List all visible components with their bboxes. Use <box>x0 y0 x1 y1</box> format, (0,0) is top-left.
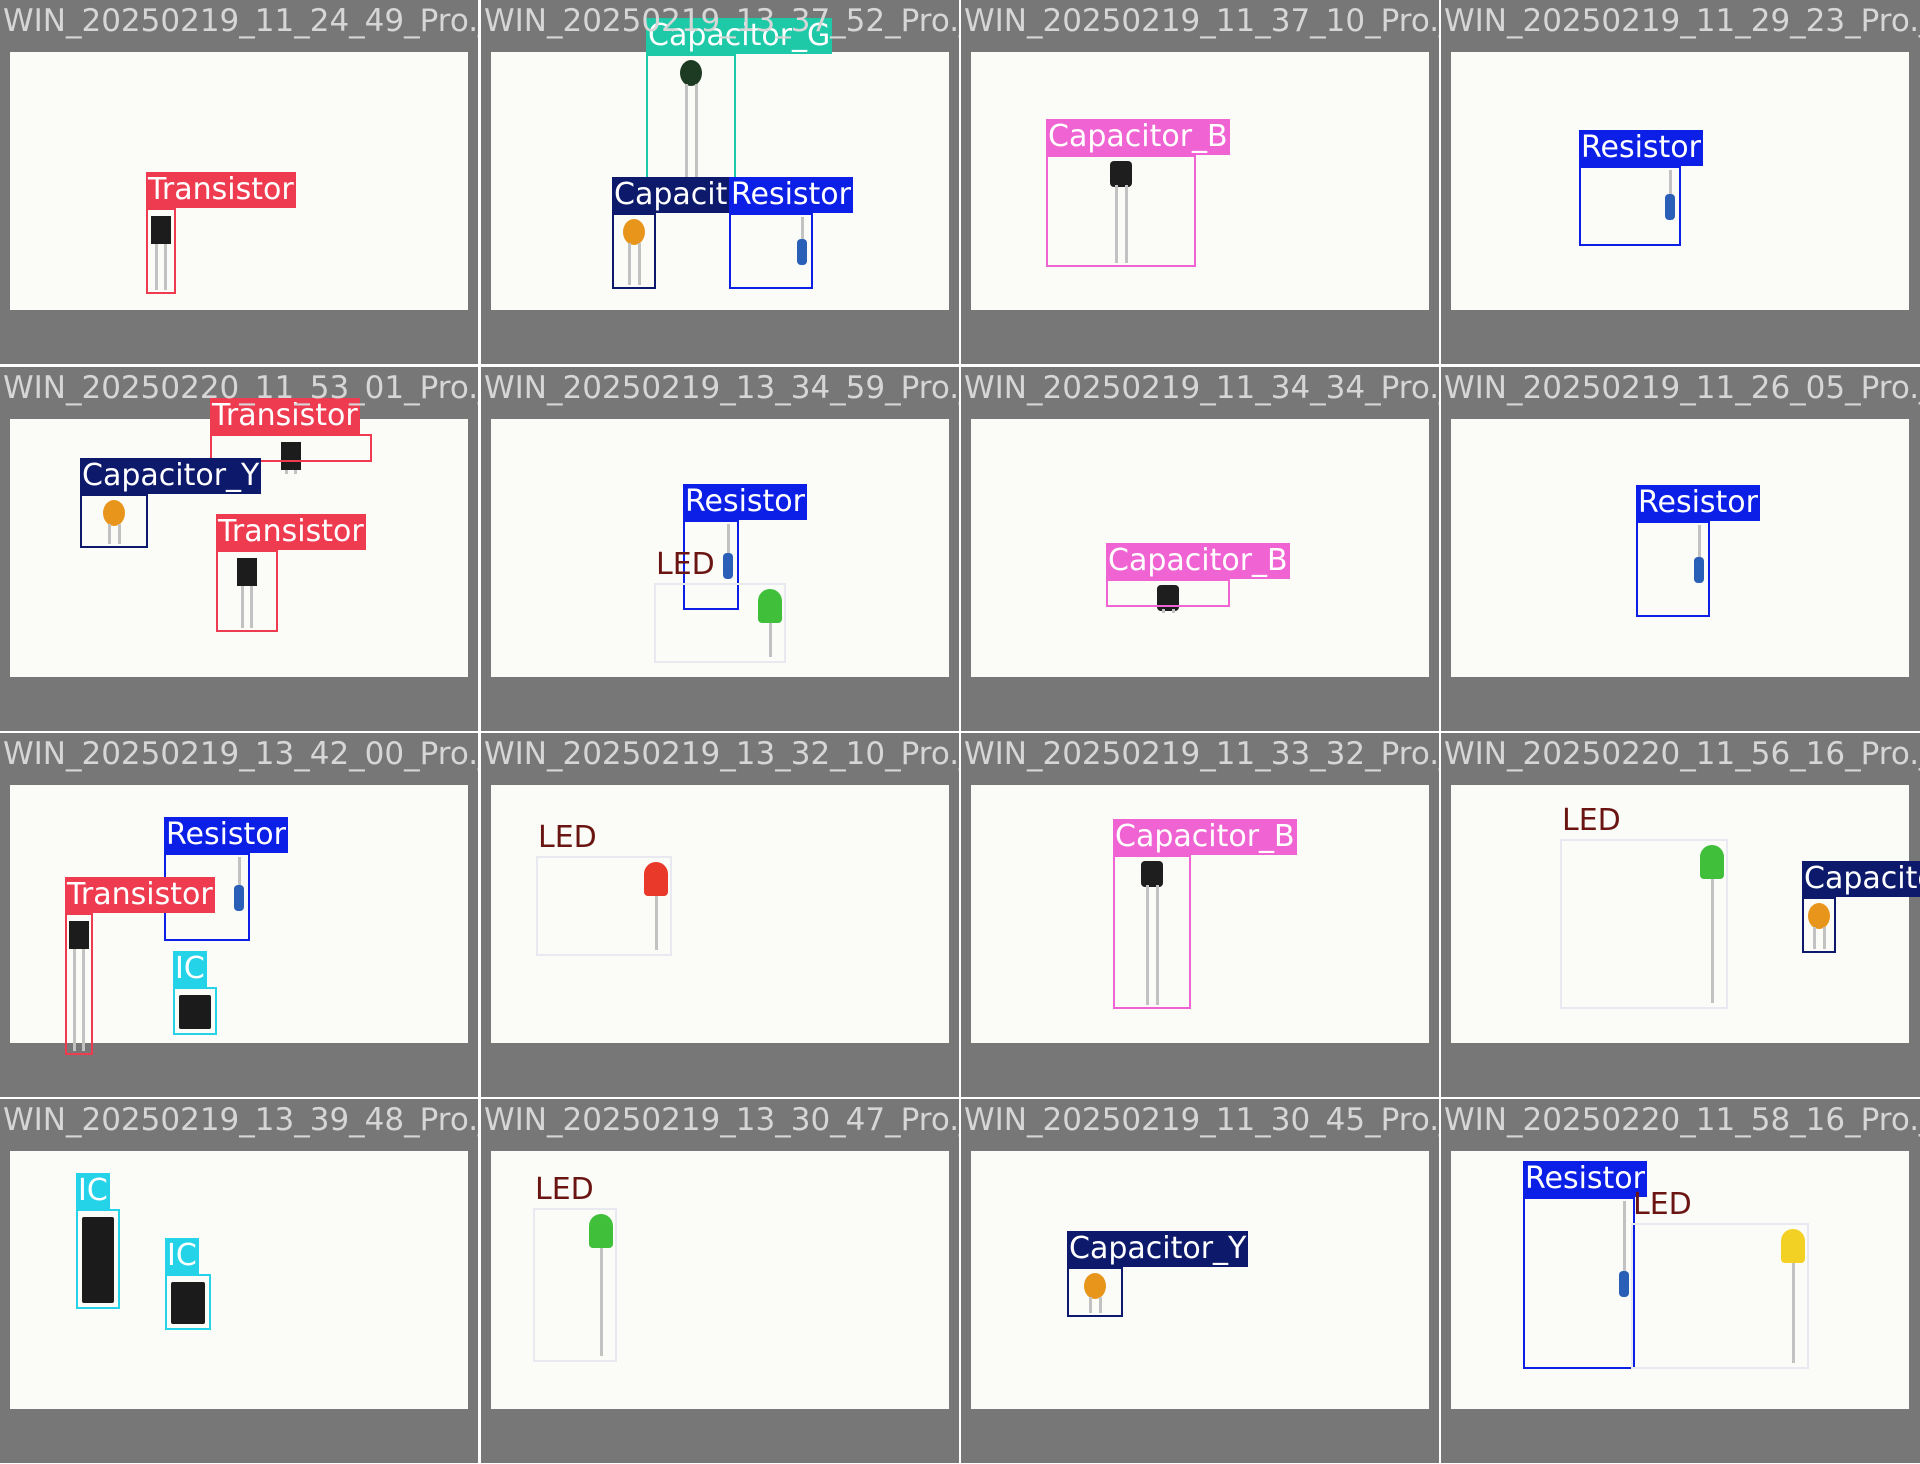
image-tile[interactable]: WIN_20250219_13_37_52_Pro.jpg Capacitor_… <box>481 0 959 364</box>
tile-filename: WIN_20250219_13_42_00_Pro.jpg <box>3 736 478 772</box>
image-tile[interactable]: WIN_20250220_11_58_16_Pro.jpg Resistor L… <box>1441 1099 1920 1463</box>
bounding-box <box>216 550 278 632</box>
class-label: LED <box>1562 803 1621 838</box>
tile-filename: WIN_20250219_13_39_48_Pro.jpg <box>3 1102 478 1138</box>
bounding-box <box>76 1209 120 1309</box>
tile-filename: WIN_20250219_13_34_59_Pro.jpg <box>484 370 959 406</box>
bounding-box <box>1067 1267 1123 1317</box>
class-label: Transistor <box>65 877 215 913</box>
bounding-box <box>1523 1197 1635 1369</box>
tile-filename: WIN_20250219_11_37_10_Pro.jpg <box>964 3 1439 39</box>
class-label: LED <box>535 1172 594 1207</box>
bounding-box <box>1046 155 1196 267</box>
class-label: Resistor <box>1636 485 1760 521</box>
image-tile[interactable]: WIN_20250219_13_30_47_Pro.jpg LED <box>481 1099 959 1463</box>
tile-filename: WIN_20250220_11_56_16_Pro.jpg <box>1444 736 1920 772</box>
image-tile[interactable]: WIN_20250220_11_53_01_Pro.jpg Transistor… <box>0 367 478 731</box>
bounding-box <box>1106 579 1230 607</box>
class-label: Capacitor_Y <box>80 458 262 494</box>
image-tile[interactable]: WIN_20250220_11_56_16_Pro.jpg LED Capaci… <box>1441 733 1920 1097</box>
image-tile[interactable]: WIN_20250219_11_29_23_Pro.jpg Resistor <box>1441 0 1920 364</box>
bounding-box <box>729 213 813 289</box>
class-label: Capacitor_B <box>1106 543 1290 579</box>
bounding-box <box>1113 855 1191 1009</box>
bounding-box <box>1802 897 1836 953</box>
class-label: Capacitor_Y <box>1067 1231 1249 1267</box>
tile-filename: WIN_20250219_11_29_23_Pro.jpg <box>1444 3 1920 39</box>
tile-filename: WIN_20250220_11_53_01_Pro.jpg <box>3 370 478 406</box>
image-tile[interactable]: WIN_20250219_11_26_05_Pro.jpg Resistor <box>1441 367 1920 731</box>
class-label: IC <box>165 1238 199 1274</box>
bounding-box <box>612 213 656 289</box>
bounding-box <box>654 583 786 663</box>
class-label: LED <box>1633 1187 1692 1222</box>
class-label: Resistor <box>1579 130 1703 166</box>
tile-filename: WIN_20250219_13_37_52_Pro.jpg <box>484 3 959 39</box>
tile-filename: WIN_20250219_13_30_47_Pro.jpg <box>484 1102 959 1138</box>
bounding-box <box>1579 166 1681 246</box>
class-label: Capacitor_B <box>1046 119 1230 155</box>
bounding-box <box>1636 521 1710 617</box>
image-tile[interactable]: WIN_20250219_13_42_00_Pro.jpg Resistor T… <box>0 733 478 1097</box>
tile-filename: WIN_20250219_11_34_34_Pro.jpg <box>964 370 1439 406</box>
tile-filename: WIN_20250219_11_24_49_Pro.jpg <box>3 3 478 39</box>
tile-filename: WIN_20250219_11_33_32_Pro.jpg <box>964 736 1439 772</box>
image-tile[interactable]: WIN_20250219_11_34_34_Pro.jpg Capacitor_… <box>961 367 1439 731</box>
class-label: Capacitor_Y <box>1802 861 1920 897</box>
tile-filename: WIN_20250220_11_58_16_Pro.jpg <box>1444 1102 1920 1138</box>
class-label: Resistor <box>683 484 807 520</box>
class-label: Resistor <box>164 817 288 853</box>
class-label: LED <box>656 547 715 582</box>
detection-grid: WIN_20250219_11_24_49_Pro.jpg Transistor… <box>0 0 1920 1464</box>
tile-photo <box>971 1151 1429 1409</box>
bounding-box <box>173 987 217 1035</box>
image-tile[interactable]: WIN_20250219_13_34_59_Pro.jpg Resistor L… <box>481 367 959 731</box>
bounding-box <box>80 494 148 548</box>
bounding-box <box>533 1208 617 1362</box>
image-tile[interactable]: WIN_20250219_11_33_32_Pro.jpg Capacitor_… <box>961 733 1439 1097</box>
class-label: Capacitor_B <box>1113 819 1297 855</box>
bounding-box <box>536 856 672 956</box>
image-tile[interactable]: WIN_20250219_11_30_45_Pro.jpg Capacitor_… <box>961 1099 1439 1463</box>
class-label: Resistor <box>1523 1161 1647 1197</box>
bounding-box <box>165 1274 211 1330</box>
tile-filename: WIN_20250219_11_30_45_Pro.jpg <box>964 1102 1439 1138</box>
tile-filename: WIN_20250219_11_26_05_Pro.jpg <box>1444 370 1920 406</box>
bounding-box <box>1560 839 1728 1009</box>
image-tile[interactable]: WIN_20250219_11_24_49_Pro.jpg Transistor <box>0 0 478 364</box>
tile-filename: WIN_20250219_13_32_10_Pro.jpg <box>484 736 959 772</box>
class-label: Resistor <box>729 177 853 213</box>
class-label: Transistor <box>146 172 296 208</box>
bounding-box <box>146 208 176 294</box>
bounding-box <box>65 913 93 1055</box>
class-label: Transistor <box>216 514 366 550</box>
bounding-box <box>1631 1223 1809 1369</box>
image-tile[interactable]: WIN_20250219_11_37_10_Pro.jpg Capacitor_… <box>961 0 1439 364</box>
class-label: IC <box>76 1173 110 1209</box>
tile-photo <box>971 52 1429 310</box>
image-tile[interactable]: WIN_20250219_13_39_48_Pro.jpg IC IC <box>0 1099 478 1463</box>
class-label: LED <box>538 820 597 855</box>
class-label: IC <box>173 951 207 987</box>
image-tile[interactable]: WIN_20250219_13_32_10_Pro.jpg LED <box>481 733 959 1097</box>
